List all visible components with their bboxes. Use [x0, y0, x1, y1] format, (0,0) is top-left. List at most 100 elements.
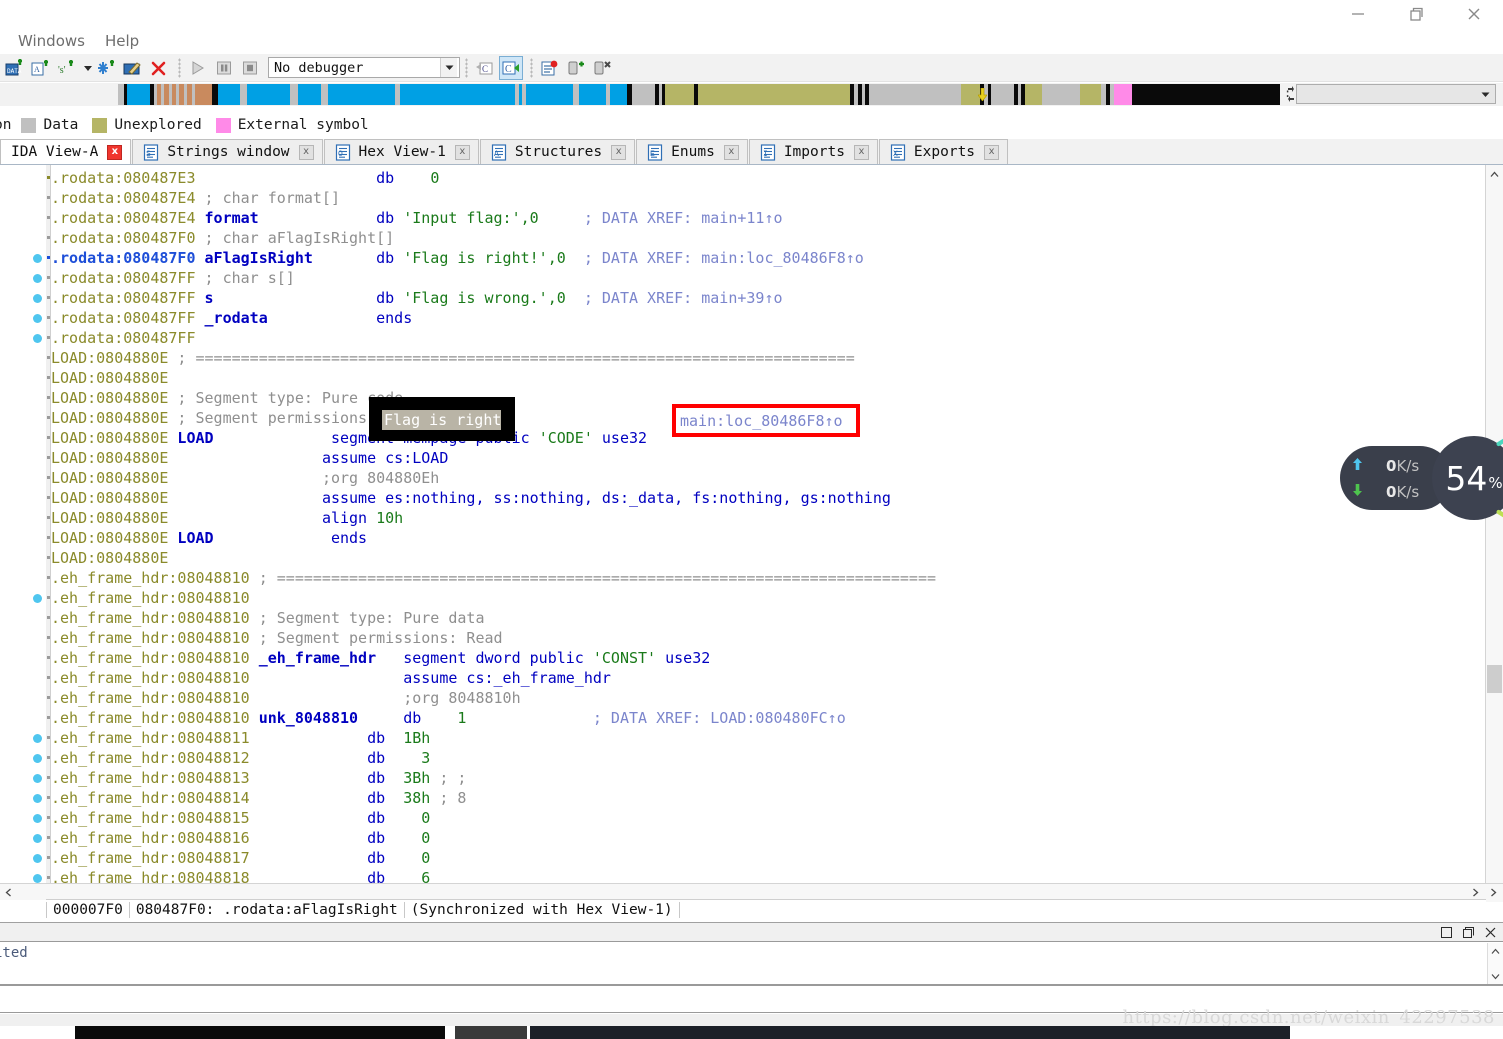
disassembly-line[interactable]: .eh_frame_hdr:08048810 unk_8048810 db 1 …	[51, 708, 1455, 728]
nav-segment[interactable]	[698, 84, 851, 105]
chevron-down-icon[interactable]	[440, 58, 457, 77]
tab-close-icon[interactable]: x	[454, 144, 470, 160]
nav-segment[interactable]	[1042, 84, 1081, 105]
disassembly-line[interactable]: .rodata:080487E3 db 0	[51, 168, 1455, 188]
disassembly-line[interactable]: .eh_frame_hdr:08048810 ; Segment type: P…	[51, 608, 1455, 628]
disassembly-line[interactable]: .eh_frame_hdr:08048816 db 0	[51, 828, 1455, 848]
tab-ida-view-a[interactable]: IDA View-A x	[0, 139, 132, 164]
output-scroll-up-button[interactable]	[1488, 944, 1503, 959]
disassembly-pane[interactable]: .rodata:080487E3 db 0 .rodata:080487E4 ; …	[0, 165, 1503, 920]
disassembly-line[interactable]: .eh_frame_hdr:08048812 db 3	[51, 748, 1455, 768]
run-icon[interactable]	[186, 56, 210, 80]
nav-segment[interactable]	[1114, 84, 1132, 105]
stop-icon[interactable]	[238, 56, 262, 80]
disassembly-line[interactable]: .eh_frame_hdr:08048810 ;org 8048810h	[51, 688, 1455, 708]
scroll-left-button[interactable]	[0, 884, 17, 900]
nav-segment[interactable]	[298, 84, 322, 105]
disassembly-line[interactable]: LOAD:0804880E	[51, 368, 1455, 388]
disassembly-line[interactable]: .eh_frame_hdr:08048810 _eh_frame_hdr seg…	[51, 648, 1455, 668]
disassembly-line[interactable]: .eh_frame_hdr:08048810 ; ===============…	[51, 568, 1455, 588]
close-button[interactable]	[1445, 0, 1503, 28]
nav-segment[interactable]	[1080, 84, 1102, 105]
del-breakpoint-icon[interactable]	[590, 56, 614, 80]
nav-segment[interactable]	[328, 84, 395, 105]
nav-segment[interactable]	[239, 84, 248, 105]
disassembly-line[interactable]: .eh_frame_hdr:08048810 assume cs:_eh_fra…	[51, 668, 1455, 688]
disassembly-line[interactable]: .eh_frame_hdr:08048814 db 38h ; 8	[51, 788, 1455, 808]
disassembly-line[interactable]: .eh_frame_hdr:08048815 db 0	[51, 808, 1455, 828]
tab-close-icon[interactable]: x	[298, 144, 314, 160]
network-speed-widget[interactable]: 0 K/s 0 K/s 54 %	[1340, 432, 1503, 524]
pause-icon[interactable]	[212, 56, 236, 80]
new-data-icon[interactable]: DATA	[3, 56, 27, 80]
horizontal-scrollbar[interactable]	[0, 883, 1503, 900]
restore-button[interactable]	[1387, 0, 1445, 28]
panel-maximize-icon[interactable]	[1459, 924, 1477, 940]
nav-segment[interactable]	[525, 84, 573, 105]
tab-close-icon[interactable]: x	[853, 144, 869, 160]
tab-close-icon[interactable]: x	[984, 144, 1000, 160]
tab-imports[interactable]: I Imports x	[748, 139, 878, 164]
scroll-up-button[interactable]	[1486, 165, 1503, 183]
tab-close-icon[interactable]: x	[723, 144, 739, 160]
disassembly-line[interactable]: .eh_frame_hdr:08048810	[51, 588, 1455, 608]
delete-icon[interactable]	[147, 56, 171, 80]
nav-segment[interactable]	[194, 84, 213, 105]
nav-segment[interactable]	[609, 84, 628, 105]
disassembly-line[interactable]: LOAD:0804880E assume cs:LOAD	[51, 448, 1455, 468]
menu-item-help[interactable]: Help	[95, 30, 149, 52]
new-ascii-icon[interactable]: A	[29, 56, 53, 80]
tab-hex-view-1[interactable]: O Hex View-1 x	[323, 139, 479, 164]
disassembly-line[interactable]: LOAD:0804880E ; ========================…	[51, 348, 1455, 368]
panel-close-icon[interactable]	[1481, 924, 1499, 940]
edit-icon[interactable]	[121, 56, 145, 80]
disassembly-text[interactable]: .rodata:080487E3 db 0 .rodata:080487E4 ; …	[51, 168, 1455, 902]
add-breakpoint-icon[interactable]	[564, 56, 588, 80]
breakpoint-gutter[interactable]	[0, 165, 46, 920]
disassembly-line[interactable]: LOAD:0804880E assume es:nothing, ss:noth…	[51, 488, 1455, 508]
nav-segment[interactable]	[991, 84, 1014, 105]
disassembly-line[interactable]: .eh_frame_hdr:08048810 ; Segment permiss…	[51, 628, 1455, 648]
new-struct-icon[interactable]	[95, 56, 119, 80]
navigation-band[interactable]: :	[0, 83, 1503, 106]
disassembly-line[interactable]: .rodata:080487E4 format db 'Input flag:'…	[51, 208, 1455, 228]
disassembly-line[interactable]: .eh_frame_hdr:08048817 db 0	[51, 848, 1455, 868]
nav-segment[interactable]	[290, 84, 299, 105]
tab-close-icon[interactable]: x	[107, 144, 123, 160]
navigation-strip[interactable]	[118, 84, 1280, 105]
panel-restore-icon[interactable]	[1437, 924, 1455, 940]
debugger-select[interactable]: No debugger	[268, 57, 460, 78]
disassembly-line[interactable]: .rodata:080487FF	[51, 328, 1455, 348]
nav-segment[interactable]	[1131, 84, 1280, 105]
disassembly-line[interactable]: .eh_frame_hdr:08048811 db 1Bh	[51, 728, 1455, 748]
scroll-right-button[interactable]	[1467, 884, 1484, 900]
nav-segment[interactable]	[400, 84, 516, 105]
tab-exports[interactable]: X Exports x	[878, 139, 1009, 164]
disassembly-line[interactable]: LOAD:0804880E LOAD ends	[51, 528, 1455, 548]
disassembly-line[interactable]: LOAD:0804880E	[51, 548, 1455, 568]
navband-selector[interactable]	[1296, 84, 1496, 104]
output-scroll-down-button[interactable]	[1488, 969, 1503, 984]
disassembly-line[interactable]: .eh_frame_hdr:08048813 db 3Bh ; ;	[51, 768, 1455, 788]
tab-enums[interactable]: E Enums x	[636, 139, 748, 164]
scrollbar-thumb[interactable]	[1487, 665, 1502, 693]
nav-segment[interactable]	[868, 84, 962, 105]
disassembly-line[interactable]: LOAD:0804880E align 10h	[51, 508, 1455, 528]
disassembly-line[interactable]: .rodata:080487FF ; char s[]	[51, 268, 1455, 288]
disassembly-line[interactable]: .rodata:080487FF _rodata ends	[51, 308, 1455, 328]
scroll-right-button-2[interactable]	[1485, 884, 1502, 900]
nav-segment[interactable]	[126, 84, 151, 105]
new-string-icon[interactable]: 's'	[55, 56, 79, 80]
nav-segment[interactable]	[247, 84, 291, 105]
disassembly-line[interactable]: LOAD:0804880E ;org 804880Eh	[51, 468, 1455, 488]
tab-strings-window[interactable]: S Strings window x	[132, 139, 323, 164]
nav-segment[interactable]	[1024, 84, 1043, 105]
minimize-button[interactable]	[1329, 0, 1387, 28]
disassembly-line[interactable]: .rodata:080487F0 ; char aFlagIsRight[]	[51, 228, 1455, 248]
output-window[interactable]: ited	[0, 943, 1503, 986]
tab-close-icon[interactable]: x	[611, 144, 627, 160]
nav-segment[interactable]	[578, 84, 606, 105]
breakpoint-list-icon[interactable]	[538, 56, 562, 80]
chevron-down-icon[interactable]	[1477, 86, 1493, 102]
vertical-scrollbar[interactable]	[1485, 165, 1503, 902]
